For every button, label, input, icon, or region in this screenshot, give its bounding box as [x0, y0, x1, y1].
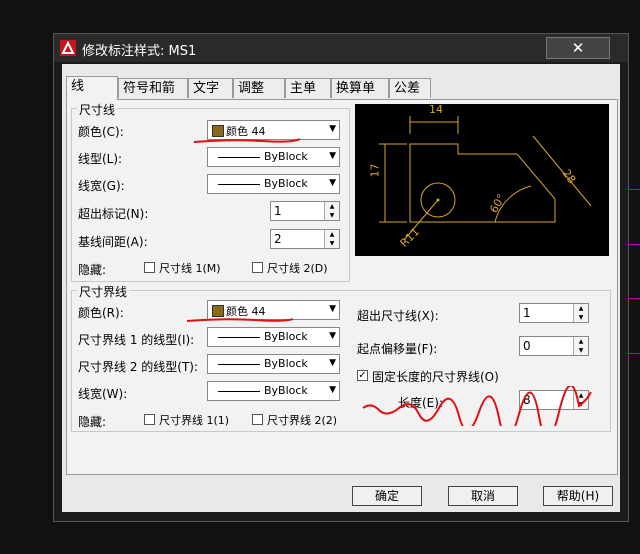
ext-suppress-label: 隐藏:	[78, 415, 107, 429]
tab-fit[interactable]: 调整	[233, 78, 285, 98]
extend-ticks-spinner[interactable]: 1 ▲ ▼	[270, 201, 340, 221]
red-underline-annotation	[193, 138, 301, 143]
dropdown-arrow-icon: ▼	[329, 178, 336, 188]
dim-lineweight-combo[interactable]: ByBlock ▼	[207, 174, 340, 194]
dim-line-legend: 尺寸线	[77, 101, 118, 118]
ext-linetype1-combo[interactable]: ByBlock ▼	[207, 327, 340, 347]
fixed-length-label: 固定长度的尺寸界线(O)	[372, 370, 499, 384]
title-bar: 修改标注样式: MS1 ✕	[54, 34, 628, 62]
ext-linetype2-combo[interactable]: ByBlock ▼	[207, 354, 340, 374]
suppress-dim-line-1-label: 尺寸线 1(M)	[159, 262, 221, 275]
red-squiggle-annotation	[362, 386, 592, 426]
line-sample	[218, 364, 260, 365]
tab-tolerances[interactable]: 公差	[389, 78, 431, 98]
dim-linetype-combo[interactable]: ByBlock ▼	[207, 147, 340, 167]
ext-lineweight-label: 线宽(W):	[78, 387, 128, 401]
dropdown-arrow-icon: ▼	[329, 304, 336, 314]
red-underline-annotation	[186, 318, 294, 322]
tab-panel: 尺寸线 颜色(C): 颜色 44 ▼ 线型(L): ByBlock ▼ 线宽(G…	[66, 99, 618, 475]
dropdown-arrow-icon: ▼	[329, 331, 336, 341]
extend-ticks-label: 超出标记(N):	[78, 207, 149, 221]
line-sample	[218, 157, 260, 158]
tab-text[interactable]: 文字	[188, 78, 233, 98]
suppress-dim-line-1-checkbox[interactable]	[144, 262, 155, 273]
dialog-window: 修改标注样式: MS1 ✕ 线 符号和箭头 文字 调整 主单位 换算单位 公差 …	[53, 33, 629, 522]
extend-beyond-label: 超出尺寸线(X):	[357, 309, 439, 323]
offset-label: 起点偏移量(F):	[357, 342, 438, 356]
dim-color-label: 颜色(C):	[78, 125, 124, 139]
window-title: 修改标注样式: MS1	[82, 44, 197, 59]
dim-suppress-label: 隐藏:	[78, 263, 107, 277]
spin-down-icon[interactable]: ▼	[324, 211, 339, 220]
close-button[interactable]: ✕	[546, 37, 610, 59]
offset-spinner[interactable]: 0 ▲ ▼	[519, 336, 589, 356]
tab-symbols-arrows[interactable]: 符号和箭头	[118, 78, 188, 116]
preview-pane: 14 17 28 60° R11	[355, 103, 609, 256]
line-sample	[218, 391, 260, 392]
ext-line-legend: 尺寸界线	[77, 283, 130, 300]
spin-down-icon[interactable]: ▼	[324, 239, 339, 248]
dropdown-arrow-icon: ▼	[329, 385, 336, 395]
suppress-dim-line-2-checkbox[interactable]	[252, 262, 263, 273]
spin-down-icon[interactable]: ▼	[573, 346, 588, 355]
extend-beyond-spinner[interactable]: 1 ▲ ▼	[519, 303, 589, 323]
line-sample	[218, 337, 260, 338]
autocad-logo-icon	[60, 40, 76, 56]
dropdown-arrow-icon: ▼	[329, 151, 336, 161]
suppress-ext-line-2-checkbox[interactable]	[252, 414, 263, 425]
dim-linetype-label: 线型(L):	[78, 152, 123, 166]
help-button[interactable]: 帮助(H)	[543, 486, 613, 506]
dropdown-arrow-icon: ▼	[329, 124, 336, 134]
ext-color-label: 颜色(R):	[78, 306, 124, 320]
ext-linetype2-label: 尺寸界线 2 的线型(T):	[78, 360, 199, 374]
spin-down-icon[interactable]: ▼	[573, 313, 588, 322]
suppress-ext-line-1-label: 尺寸界线 1(1)	[159, 414, 230, 427]
ok-button[interactable]: 确定	[352, 486, 422, 506]
dialog-client: 线 符号和箭头 文字 调整 主单位 换算单位 公差 尺寸线 颜色(C): 颜色 …	[62, 64, 620, 512]
tab-alternate-units[interactable]: 换算单位	[331, 78, 389, 116]
ext-lineweight-combo[interactable]: ByBlock ▼	[207, 381, 340, 401]
cancel-button[interactable]: 取消	[448, 486, 518, 506]
fixed-length-checkbox[interactable]: ✓	[357, 370, 368, 381]
dropdown-arrow-icon: ▼	[329, 358, 336, 368]
preview-dim-top: 14	[429, 103, 443, 116]
line-sample	[218, 184, 260, 185]
dim-lineweight-label: 线宽(G):	[78, 179, 125, 193]
suppress-dim-line-2-label: 尺寸线 2(D)	[267, 262, 328, 275]
ext-linetype1-label: 尺寸界线 1 的线型(I):	[78, 333, 195, 347]
baseline-spacing-label: 基线间距(A):	[78, 235, 148, 249]
suppress-ext-line-2-label: 尺寸界线 2(2)	[267, 414, 338, 427]
tab-primary-units[interactable]: 主单位	[285, 78, 331, 116]
preview-dim-left: 17	[368, 163, 382, 178]
tab-lines[interactable]: 线	[66, 76, 118, 100]
baseline-spacing-spinner[interactable]: 2 ▲ ▼	[270, 229, 340, 249]
suppress-ext-line-1-checkbox[interactable]	[144, 414, 155, 425]
